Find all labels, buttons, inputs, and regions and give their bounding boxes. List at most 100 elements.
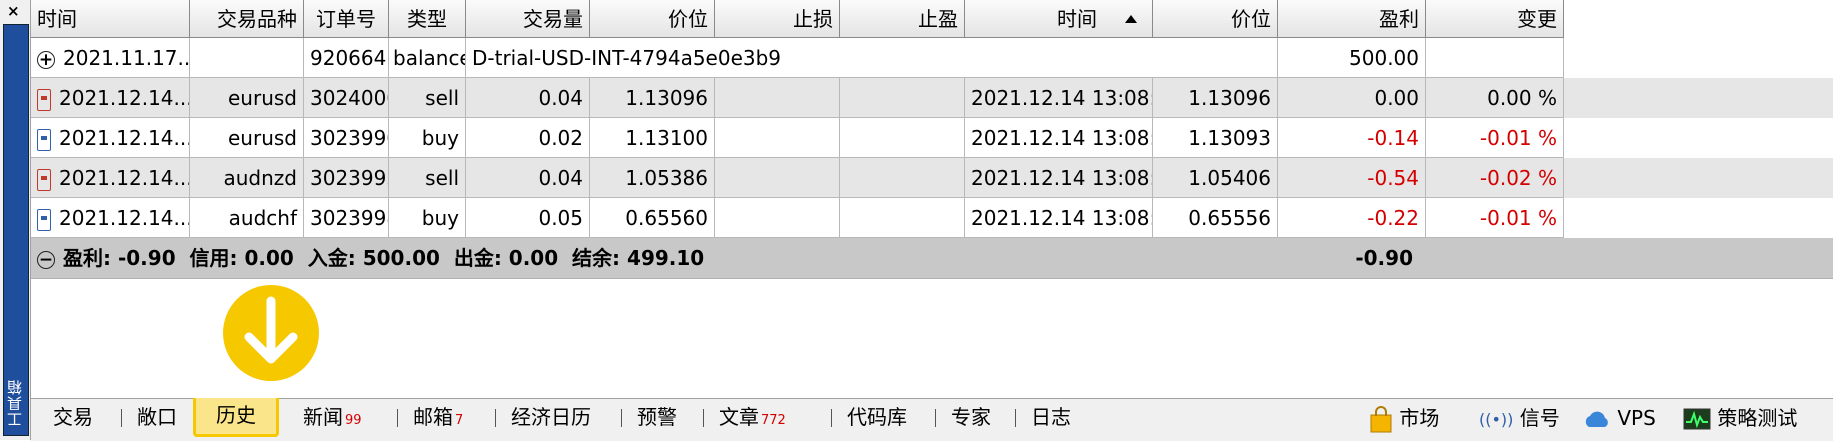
tab-separator bbox=[121, 409, 122, 427]
cell-change: -0.02 % bbox=[1426, 158, 1564, 198]
col-volume[interactable]: 交易量 bbox=[466, 0, 590, 38]
col-close-time[interactable]: 时间 bbox=[965, 0, 1153, 38]
cell-tp bbox=[840, 78, 965, 118]
signals-button[interactable]: ((•)) 信号 bbox=[1479, 399, 1560, 437]
sort-asc-icon bbox=[1125, 15, 1137, 23]
vps-button[interactable]: VPS bbox=[1581, 399, 1656, 437]
tab-exposure[interactable]: 敞口 bbox=[133, 399, 181, 435]
cell-time: 2021.12.14... bbox=[59, 126, 190, 150]
cell-profit: -0.14 bbox=[1278, 118, 1426, 158]
buy-deal-icon bbox=[37, 208, 51, 231]
col-price[interactable]: 价位 bbox=[590, 0, 715, 38]
col-symbol[interactable]: 交易品种 bbox=[190, 0, 304, 38]
col-time[interactable]: 时间 bbox=[31, 0, 190, 38]
cell-type: buy bbox=[389, 198, 466, 238]
market-label: 市场 bbox=[1399, 406, 1440, 430]
tab-experts[interactable]: 专家 bbox=[947, 399, 995, 435]
col-tp[interactable]: 止盈 bbox=[840, 0, 965, 38]
cell-time: 2021.12.14... bbox=[59, 86, 190, 110]
cell-close-price: 1.05406 bbox=[1153, 158, 1278, 198]
cell-close-time: 2021.12.14 13:08:25 bbox=[965, 118, 1153, 158]
tab-mailbox[interactable]: 邮箱 7 bbox=[409, 399, 467, 435]
cell-profit: 500.00 bbox=[1278, 38, 1426, 78]
toolbox-title-bar[interactable]: 工具箱 bbox=[3, 24, 29, 436]
table-row[interactable]: 2021.12.14... eurusd 3024000 sell 0.04 1… bbox=[31, 78, 1833, 118]
cell-time: 2021.12.14... bbox=[59, 206, 190, 230]
pointer-marker-icon bbox=[223, 285, 319, 381]
buy-deal-icon bbox=[37, 128, 51, 151]
tab-economic-calendar[interactable]: 经济日历 bbox=[507, 399, 595, 435]
history-table: 时间 交易品种 订单号 类型 交易量 价位 止损 止盈 时间 价位 盈利 变更 … bbox=[31, 0, 1833, 398]
col-type[interactable]: 类型 bbox=[389, 0, 466, 38]
cell-tp bbox=[840, 158, 965, 198]
cell-profit: -0.54 bbox=[1278, 158, 1426, 198]
tab-separator bbox=[1015, 409, 1016, 427]
cell-sl bbox=[715, 118, 840, 158]
mailbox-badge: 7 bbox=[455, 413, 464, 428]
table-row[interactable]: 2021.12.14... eurusd 3023990 buy 0.02 1.… bbox=[31, 118, 1833, 158]
col-sl[interactable]: 止损 bbox=[715, 0, 840, 38]
strategy-tester-button[interactable]: 策略测试 bbox=[1683, 399, 1797, 437]
cell-profit: 0.00 bbox=[1278, 78, 1426, 118]
col-close-time-label: 时间 bbox=[1057, 7, 1097, 31]
market-button[interactable]: 市场 bbox=[1369, 399, 1439, 437]
col-change[interactable]: 变更 bbox=[1426, 0, 1564, 38]
tab-journal[interactable]: 日志 bbox=[1027, 399, 1075, 435]
cell-change bbox=[1426, 38, 1564, 78]
summary-row[interactable]: − 盈利: -0.90 信用: 0.00 入金: 500.00 出金: 0.00 … bbox=[31, 238, 1833, 279]
cell-symbol: audnzd bbox=[190, 158, 304, 198]
tab-code-base[interactable]: 代码库 bbox=[843, 399, 911, 435]
cell-tp bbox=[840, 198, 965, 238]
articles-badge: 772 bbox=[761, 413, 786, 428]
toolbox-sidebar: × 工具箱 bbox=[0, 0, 31, 440]
cell-price: 1.13096 bbox=[590, 78, 715, 118]
col-profit[interactable]: 盈利 bbox=[1278, 0, 1426, 38]
table-row[interactable]: +2021.11.17... 920664 balance D-trial-US… bbox=[31, 38, 1833, 78]
cell-order: 3023990 bbox=[304, 118, 389, 158]
table-row[interactable]: 2021.12.14... audnzd 3023993 sell 0.04 1… bbox=[31, 158, 1833, 198]
bag-icon bbox=[1370, 405, 1392, 432]
cell-order: 920664 bbox=[304, 38, 389, 78]
tab-separator bbox=[935, 409, 936, 427]
cell-volume: 0.04 bbox=[466, 158, 590, 198]
sell-deal-icon bbox=[37, 88, 51, 111]
bottom-tab-bar: 交易 敞口 历史 新闻 99 邮箱 7 经济日历 预警 文章 772 代码库 专家 日… bbox=[31, 398, 1833, 441]
col-order[interactable]: 订单号 bbox=[304, 0, 389, 38]
news-badge: 99 bbox=[345, 413, 362, 428]
expand-plus-icon[interactable]: + bbox=[37, 50, 55, 69]
cell-symbol: eurusd bbox=[190, 78, 304, 118]
cloud-icon bbox=[1585, 411, 1608, 427]
cell-volume: 0.05 bbox=[466, 198, 590, 238]
cell-close-time: 2021.12.14 13:08:27 bbox=[965, 198, 1153, 238]
cell-type: buy bbox=[389, 118, 466, 158]
tab-news[interactable]: 新闻 99 bbox=[299, 399, 366, 435]
cell-close-price: 1.13096 bbox=[1153, 78, 1278, 118]
tab-history[interactable]: 历史 bbox=[193, 398, 279, 437]
cell-price: 1.13100 bbox=[590, 118, 715, 158]
cell-sl bbox=[715, 158, 840, 198]
signals-label: 信号 bbox=[1519, 406, 1560, 430]
tab-articles[interactable]: 文章 772 bbox=[715, 399, 790, 435]
table-row[interactable]: 2021.12.14... audchf 3023998 buy 0.05 0.… bbox=[31, 198, 1833, 238]
cell-symbol bbox=[190, 38, 304, 78]
summary-profit: -0.90 bbox=[1355, 246, 1413, 270]
cell-comment: D-trial-USD-INT-4794a5e0e3b9 bbox=[466, 38, 1278, 78]
tab-separator bbox=[831, 409, 832, 427]
signal-icon: ((•)) bbox=[1479, 410, 1514, 429]
cell-time: 2021.12.14... bbox=[59, 166, 190, 190]
tab-trade[interactable]: 交易 bbox=[49, 399, 97, 435]
cell-order: 3023998 bbox=[304, 198, 389, 238]
close-icon[interactable]: × bbox=[7, 2, 20, 20]
cell-type: balance bbox=[389, 38, 466, 78]
cell-order: 3023993 bbox=[304, 158, 389, 198]
collapse-minus-icon[interactable]: − bbox=[37, 250, 55, 269]
tab-alerts[interactable]: 预警 bbox=[633, 399, 681, 435]
col-close-price[interactable]: 价位 bbox=[1153, 0, 1278, 38]
strategy-tester-label: 策略测试 bbox=[1717, 406, 1798, 430]
cell-close-time: 2021.12.14 13:08:26 bbox=[965, 158, 1153, 198]
cell-sl bbox=[715, 78, 840, 118]
tab-news-label: 新闻 bbox=[303, 405, 343, 429]
cell-type: sell bbox=[389, 78, 466, 118]
tab-separator bbox=[703, 409, 704, 427]
cell-tp bbox=[840, 118, 965, 158]
